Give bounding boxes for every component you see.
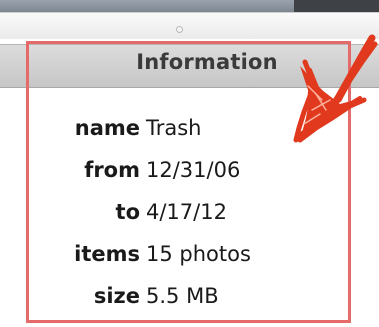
hand-drawn-arrow-icon	[293, 34, 378, 143]
info-panel-window: Information name from to items size Tras…	[0, 0, 379, 327]
